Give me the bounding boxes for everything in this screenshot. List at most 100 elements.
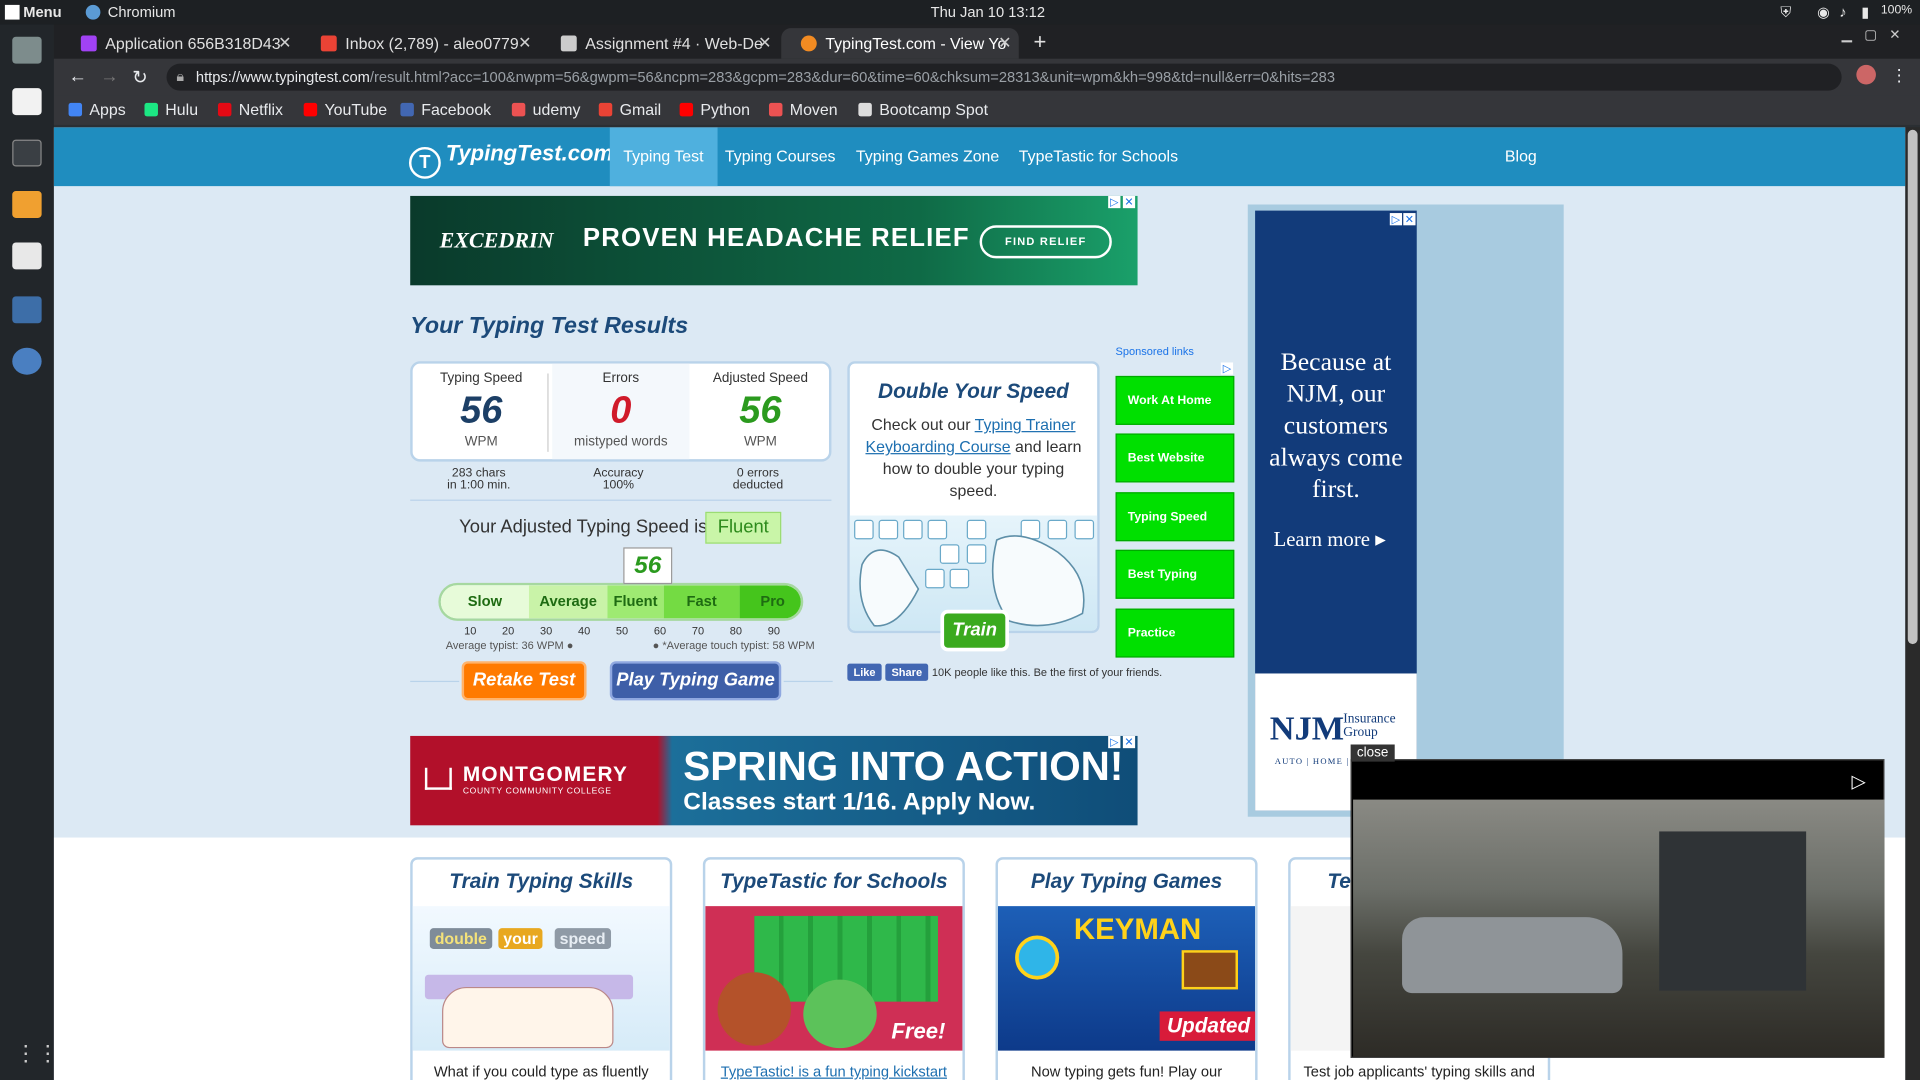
terminal-icon[interactable] [12, 139, 42, 167]
fb-like-button[interactable]: Like [847, 663, 882, 681]
chat-icon[interactable] [12, 242, 42, 270]
reload-icon[interactable]: ↻ [132, 66, 147, 88]
site-logo[interactable]: T TypingTest.com [408, 141, 613, 179]
youtube-icon [303, 102, 318, 117]
nav-typing-test[interactable]: Typing Test [609, 127, 717, 187]
njm-ad[interactable]: Because at NJM, our customers always com… [1255, 210, 1417, 811]
chromium-icon[interactable] [12, 347, 42, 375]
tab-typingtest[interactable]: TypingTest.com - View Yo ✕ [781, 28, 1019, 59]
retake-test-button[interactable]: Retake Test [461, 661, 587, 701]
download-icon[interactable] [12, 191, 42, 218]
close-video-button[interactable]: close [1350, 744, 1395, 762]
bookmark-bootcamp[interactable]: Bootcamp Spot [858, 100, 988, 119]
card-play-typing-games[interactable]: Play Typing Games KEYMAN Updated Now typ… [995, 857, 1258, 1080]
bookmark-gmail[interactable]: Gmail [598, 100, 661, 119]
bookmark-moven[interactable]: Moven [768, 100, 838, 119]
bookmarks-bar: Apps Hulu Netflix YouTube Facebook udemy… [53, 95, 1920, 125]
sponsored-link-best-typing[interactable]: Best Typing [1115, 549, 1235, 599]
close-icon[interactable]: ✕ [1122, 195, 1136, 209]
bookmark-facebook[interactable]: Facebook [400, 100, 491, 119]
average-typist-note: Average typist: 36 WPM ● [445, 639, 574, 652]
tab-application[interactable]: Application 656B318D43 ✕ [61, 28, 299, 59]
battery-icon[interactable]: ▮ [1861, 4, 1869, 21]
train-button[interactable]: Train [940, 609, 1009, 652]
card-train-typing-skills[interactable]: Train Typing Skills double your speed Wh… [410, 857, 673, 1080]
adchoices-icon[interactable]: ▷ [1220, 362, 1234, 375]
hulu-icon [144, 102, 158, 117]
card-title: TypeTastic for Schools [720, 869, 948, 893]
volume-icon[interactable]: ♪ [1839, 4, 1846, 21]
tab-assignment[interactable]: Assignment #4 · Web-De ✕ [541, 28, 779, 59]
bookmark-hulu[interactable]: Hulu [144, 100, 198, 119]
close-icon[interactable]: ✕ [1122, 735, 1136, 749]
adchoices-icon[interactable]: ▷ [1389, 213, 1403, 226]
video-frame [1353, 799, 1885, 1057]
address-bar[interactable]: 🔒︎ https://www.typingtest.com/result.html… [166, 63, 1842, 91]
close-icon[interactable]: ✕ [758, 33, 771, 53]
sponsored-label: Sponsored links [1115, 345, 1194, 358]
close-icon[interactable]: ✕ [278, 33, 291, 53]
car-shape [1402, 917, 1623, 994]
scrollbar-thumb[interactable] [1907, 129, 1918, 645]
forward-icon[interactable]: → [100, 66, 118, 87]
bookmark-youtube[interactable]: YouTube [303, 100, 387, 119]
nav-typetastic[interactable]: TypeTastic for Schools [1005, 127, 1191, 186]
college-name: MONTGOMERY COUNTY COMMUNITY COLLEGE [462, 762, 629, 796]
menu-icon[interactable]: ⋮ [1891, 65, 1908, 86]
shield-icon[interactable]: ⛨ [1780, 4, 1791, 22]
sponsored-link-typing-speed[interactable]: Typing Speed [1115, 492, 1235, 542]
github-icon [560, 35, 577, 52]
play-icon[interactable]: ▷ [1851, 770, 1865, 792]
sponsored-link-best-website[interactable]: Best Website [1115, 433, 1235, 483]
scale-tick-label: 20 [502, 624, 515, 637]
close-icon[interactable]: ✕ [518, 33, 531, 53]
score-box: Typing Speed 56 WPM Errors 0 mistyped wo… [410, 361, 832, 462]
promo-title: Double Your Speed [878, 379, 1069, 403]
college-logo-icon [424, 767, 452, 790]
nav-blog[interactable]: Blog [1491, 127, 1550, 186]
files-icon[interactable] [12, 36, 42, 64]
os-top-bar: Menu Chromium Thu Jan 10 13:12 ⛨ ◉ ♪ ▮ 1… [0, 0, 1920, 25]
double-speed-promo: Double Your Speed Check out our Typing T… [847, 361, 1100, 634]
bookmark-udemy[interactable]: udemy [511, 100, 580, 119]
nav-games-zone[interactable]: Typing Games Zone [842, 127, 1012, 186]
scale-tick-label: 80 [729, 624, 743, 637]
page-icon [858, 102, 872, 117]
adchoices-icon[interactable]: ▷ [1108, 735, 1121, 749]
screenshot-icon[interactable] [12, 296, 42, 324]
wifi-icon[interactable]: ◉ [1817, 4, 1830, 21]
fb-share-button[interactable]: Share [885, 663, 929, 681]
bookmark-netflix[interactable]: Netflix [217, 100, 283, 119]
back-icon[interactable]: ← [69, 66, 87, 87]
learn-more-link[interactable]: Learn more ▸ [1273, 528, 1385, 552]
sponsored-link-work-at-home[interactable]: Work At Home [1115, 375, 1235, 425]
os-menu[interactable]: Menu [4, 4, 62, 21]
card-typetastic[interactable]: TypeTastic for Schools Free! TypeTastic!… [702, 857, 965, 1080]
close-icon[interactable]: ✕ [998, 33, 1011, 53]
nav-typing-courses[interactable]: Typing Courses [711, 127, 849, 186]
new-tab-button[interactable]: + [1033, 29, 1046, 55]
card-caption: What if you could type as fluently [433, 1062, 649, 1080]
montgomery-college-ad[interactable]: MONTGOMERY COUNTY COMMUNITY COLLEGE SPRIN… [410, 735, 1138, 826]
os-clock[interactable]: Thu Jan 10 13:12 [931, 4, 1045, 21]
lock-icon: 🔒︎ [176, 67, 185, 85]
truck-shape [1659, 831, 1807, 991]
excedrin-ad[interactable]: EXCEDRIN PROVEN HEADACHE RELIEF FIND REL… [410, 195, 1138, 286]
bookmark-apps[interactable]: Apps [68, 100, 126, 119]
speed-scale: Slow Average Fluent Fast Pro [438, 582, 804, 621]
bookmark-python[interactable]: Python [679, 100, 750, 119]
window-controls[interactable]: ▁▢✕ [1842, 27, 1913, 43]
errors-deducted: 0 errors deducted [732, 466, 784, 493]
document-icon[interactable] [12, 88, 42, 116]
facebook-like-bar: Like Share 10K people like this. Be the fi… [847, 663, 1162, 681]
close-icon[interactable]: ✕ [1403, 213, 1416, 226]
scale-tick-label: 50 [615, 624, 629, 637]
battery-level: 100% [1880, 3, 1913, 18]
sponsored-link-practice[interactable]: Practice [1115, 608, 1235, 658]
play-typing-game-button[interactable]: Play Typing Game [609, 661, 782, 701]
floating-video-player[interactable]: ▷ [1350, 759, 1885, 1058]
find-relief-button[interactable]: FIND RELIEF [979, 225, 1112, 259]
adchoices-icon[interactable]: ▷ [1108, 195, 1121, 209]
tab-inbox[interactable]: Inbox (2,789) - aleo0779 ✕ [301, 28, 539, 59]
avatar[interactable] [1856, 64, 1876, 85]
